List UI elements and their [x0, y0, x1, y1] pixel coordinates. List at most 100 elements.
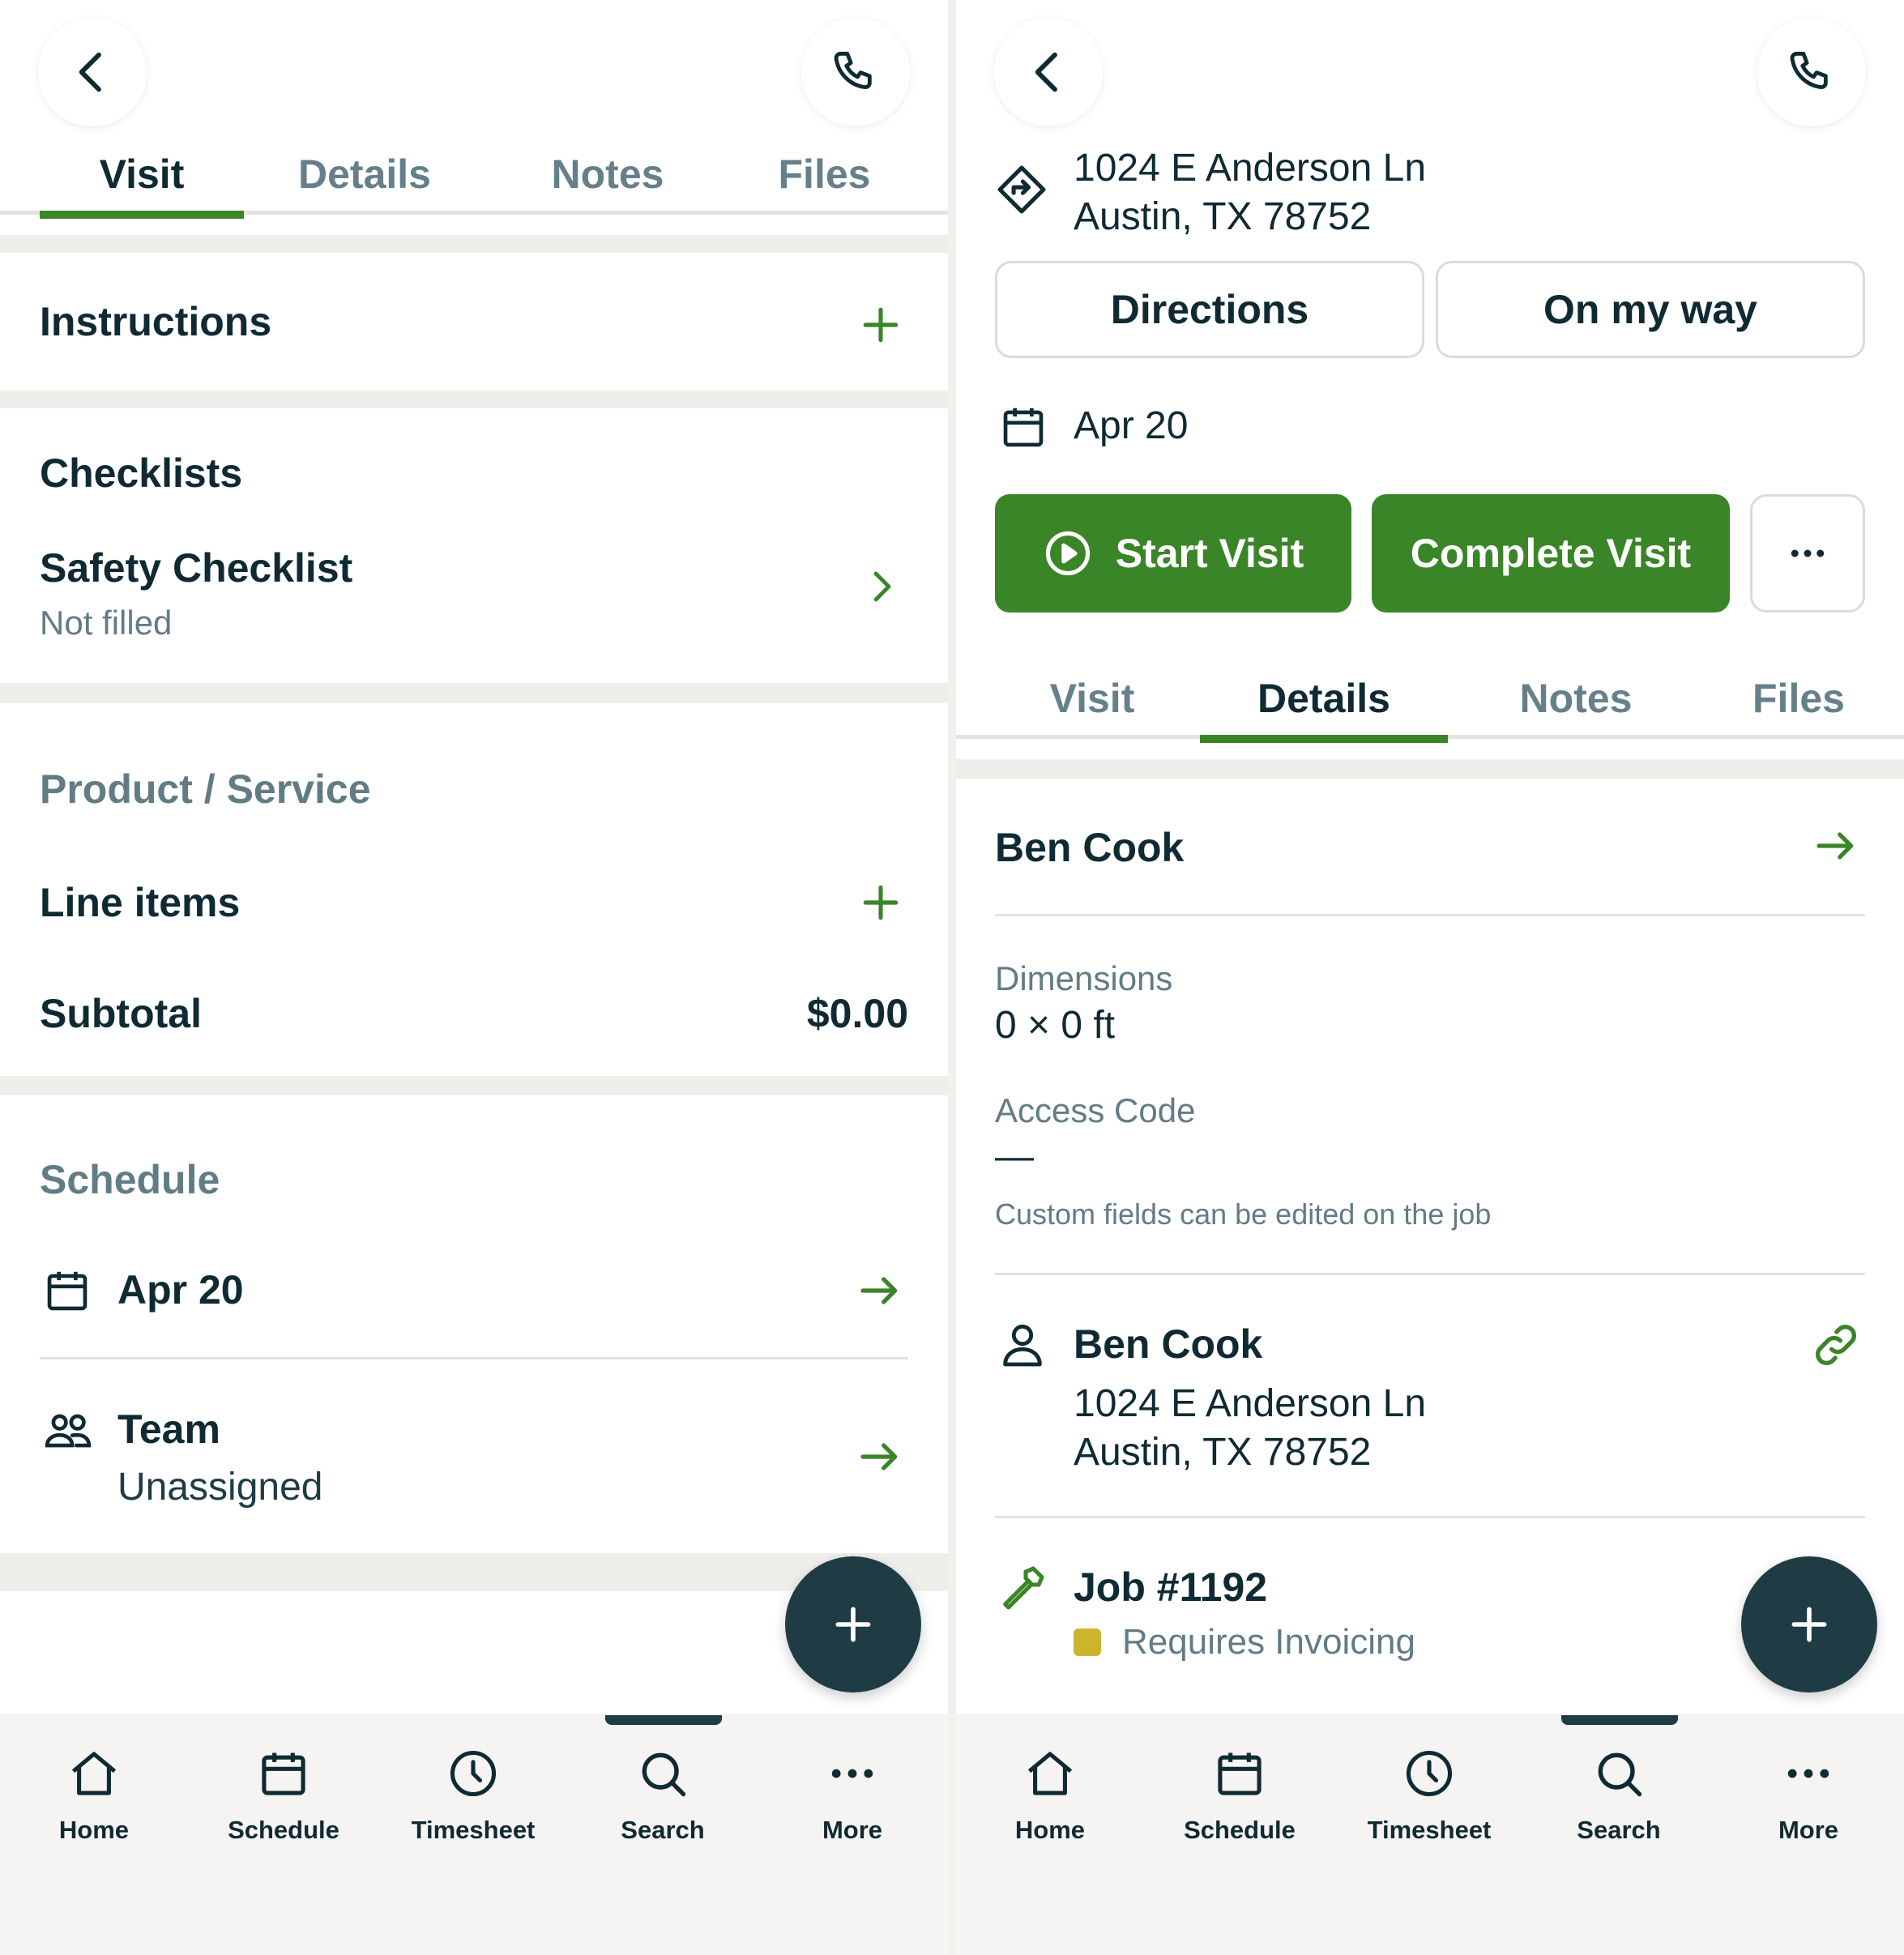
add-instructions-icon[interactable] — [858, 302, 903, 348]
schedule-date: Apr 20 — [117, 1267, 244, 1313]
schedule-title: Schedule — [40, 1157, 220, 1202]
calendar-icon — [1003, 408, 1044, 447]
team-icon — [45, 1414, 92, 1448]
directions-button[interactable]: Directions — [995, 261, 1424, 358]
home-icon — [71, 1752, 117, 1795]
plus-icon — [835, 1607, 871, 1642]
search-icon — [642, 1752, 686, 1797]
section-separator — [956, 759, 1904, 779]
contact-name: Ben Cook — [1074, 1321, 1263, 1367]
nav-search[interactable]: Search — [1546, 1746, 1692, 1859]
tab-visit[interactable]: Visit — [997, 658, 1188, 739]
visit-screen-right: 1024 E Anderson Ln Austin, TX 78752 Dire… — [956, 0, 1904, 1955]
link-icon[interactable] — [1810, 1319, 1862, 1371]
team-label: Team — [117, 1406, 220, 1452]
start-visit-button[interactable]: Start Visit — [995, 494, 1351, 613]
more-icon — [1791, 549, 1825, 557]
custom-field-label: Access Code — [995, 1091, 1196, 1129]
arrow-right-icon — [1816, 832, 1854, 860]
address-line1: 1024 E Anderson Ln — [1074, 147, 1427, 190]
job-status-label: Requires Invoicing — [1122, 1622, 1415, 1662]
custom-field-value: 0 × 0 ft — [995, 1004, 1116, 1047]
chevron-left-icon — [79, 52, 101, 92]
arrow-right-icon — [860, 1277, 898, 1304]
nav-label: Schedule — [228, 1816, 339, 1844]
section-separator — [0, 1076, 948, 1095]
search-icon — [1598, 1752, 1642, 1797]
call-button[interactable] — [1757, 18, 1866, 126]
custom-fields-note: Custom fields can be edited on the job — [995, 1197, 1492, 1231]
nav-schedule[interactable]: Schedule — [1167, 1746, 1313, 1859]
back-button[interactable] — [994, 18, 1103, 126]
nav-search[interactable]: Search — [590, 1746, 736, 1859]
add-fab-button[interactable] — [1741, 1556, 1877, 1692]
phone-icon — [1790, 51, 1828, 90]
nav-schedule[interactable]: Schedule — [211, 1746, 356, 1859]
visit-screen-left: Visit Details Notes Files Instructions C… — [0, 0, 948, 1955]
section-separator — [0, 391, 948, 408]
subtotal-label: Subtotal — [40, 991, 202, 1036]
home-icon — [1027, 1752, 1073, 1795]
bottom-nav: Home Schedule Timesheet Search More — [0, 1714, 948, 1955]
more-actions-button[interactable] — [1750, 494, 1865, 613]
contact-address-line2: Austin, TX 78752 — [1074, 1431, 1372, 1474]
nav-timesheet[interactable]: Timesheet — [400, 1746, 546, 1859]
calendar-icon — [1218, 1752, 1262, 1795]
more-icon — [1787, 1769, 1829, 1778]
phone-icon — [834, 51, 872, 90]
back-button[interactable] — [38, 18, 147, 126]
visit-date: Apr 20 — [1074, 404, 1189, 447]
job-title: Job #1192 — [1074, 1564, 1268, 1610]
nav-label: Search — [621, 1816, 705, 1844]
plus-icon — [1791, 1607, 1827, 1642]
product-service-title: Product / Service — [40, 766, 371, 812]
nav-label: Search — [1577, 1816, 1661, 1844]
tab-details[interactable]: Details — [1200, 658, 1448, 743]
person-icon — [1003, 1324, 1042, 1367]
call-button[interactable] — [801, 18, 910, 126]
calendar-icon — [47, 1271, 88, 1311]
active-nav-indicator — [1561, 1715, 1678, 1725]
chevron-left-icon — [1035, 52, 1057, 92]
section-separator — [0, 235, 948, 253]
nav-label: More — [1778, 1816, 1839, 1844]
tab-files[interactable]: Files — [1701, 658, 1896, 739]
tab-notes[interactable]: Notes — [510, 134, 705, 215]
team-value: Unassigned — [117, 1466, 323, 1509]
arrow-right-icon — [860, 1443, 898, 1471]
calendar-icon — [262, 1752, 305, 1795]
nav-label: More — [822, 1816, 883, 1844]
tab-bar: Visit Details Notes Files — [0, 134, 948, 219]
nav-timesheet[interactable]: Timesheet — [1356, 1746, 1502, 1859]
checklist-item-status: Not filled — [40, 604, 173, 642]
divider — [995, 1516, 1865, 1518]
line-items-label: Line items — [40, 880, 241, 925]
custom-field-label: Dimensions — [995, 959, 1173, 997]
tab-notes[interactable]: Notes — [1483, 658, 1669, 739]
checklists-title: Checklists — [40, 450, 243, 496]
tab-visit[interactable]: Visit — [40, 134, 244, 219]
tab-details[interactable]: Details — [267, 134, 462, 215]
active-nav-indicator — [605, 1715, 722, 1725]
directions-icon — [997, 165, 1046, 214]
nav-home[interactable]: Home — [977, 1746, 1123, 1859]
complete-visit-button[interactable]: Complete Visit — [1372, 494, 1730, 613]
add-line-item-icon[interactable] — [858, 880, 903, 925]
nav-more[interactable]: More — [1735, 1746, 1881, 1859]
custom-field-value: — — [995, 1135, 1034, 1178]
panel-divider — [948, 0, 956, 1955]
add-fab-button[interactable] — [785, 1556, 921, 1692]
address-line2: Austin, TX 78752 — [1074, 195, 1372, 238]
start-visit-label: Start Visit — [1115, 531, 1304, 576]
play-circle-icon — [1045, 531, 1090, 576]
hammer-icon — [1003, 1566, 1044, 1610]
nav-more[interactable]: More — [779, 1746, 925, 1859]
more-icon — [831, 1769, 873, 1778]
divider — [40, 1357, 908, 1360]
on-my-way-button[interactable]: On my way — [1436, 261, 1865, 358]
status-indicator — [1074, 1628, 1101, 1656]
nav-home[interactable]: Home — [21, 1746, 167, 1859]
tab-files[interactable]: Files — [729, 134, 920, 215]
tab-bar: Visit Details Notes Files — [956, 658, 1904, 743]
subtotal-value: $0.00 — [806, 991, 908, 1036]
